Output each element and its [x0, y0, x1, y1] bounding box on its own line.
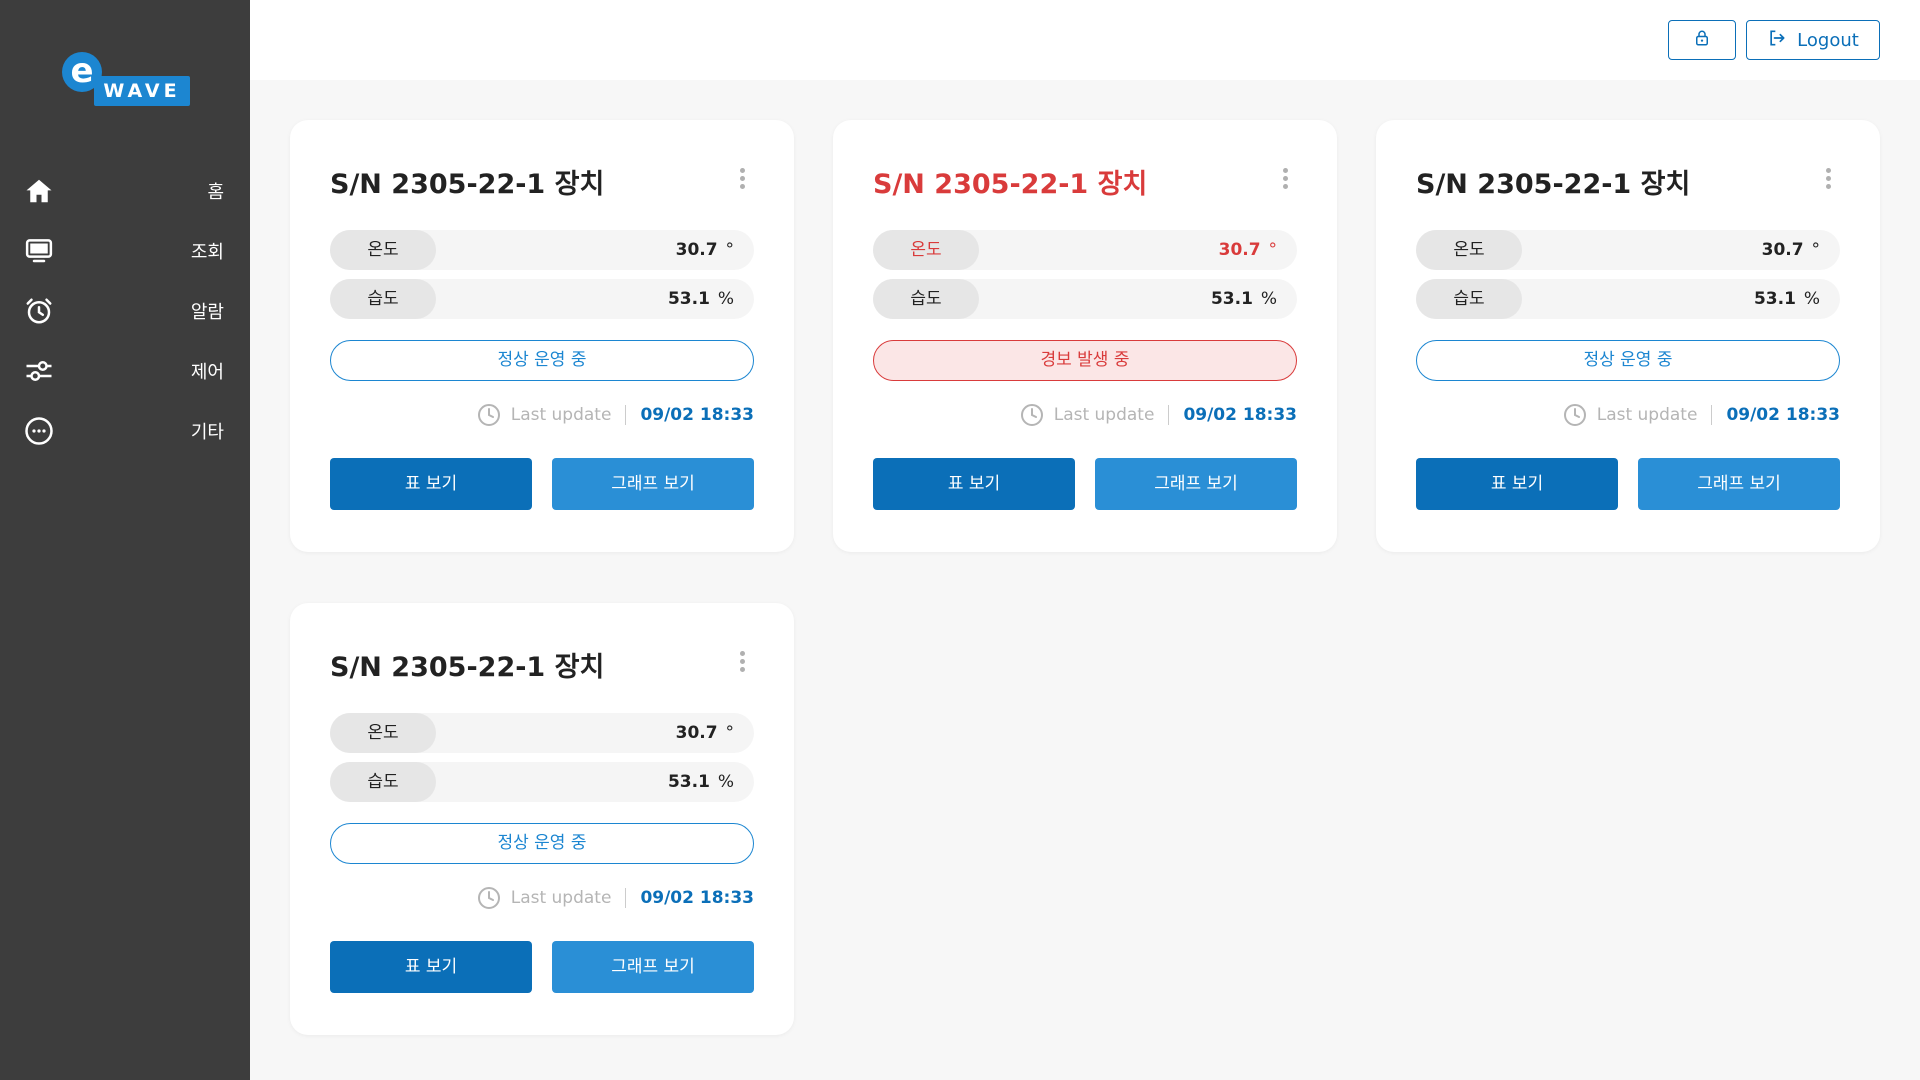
device-title: S/N 2305-22-1 장치 [330, 169, 605, 200]
humidity-label: 습도 [330, 762, 436, 802]
device-title: S/N 2305-22-1 장치 [1416, 169, 1691, 200]
view-table-button[interactable]: 표 보기 [1416, 458, 1618, 510]
last-update-label: Last update [1596, 405, 1698, 425]
kebab-menu-icon[interactable] [738, 651, 746, 675]
clock-icon [477, 404, 500, 426]
clock-icon [477, 887, 500, 909]
humidity-row: 습도 53.1 % [330, 762, 754, 802]
last-update: Last update 09/02 18:33 [1020, 400, 1297, 430]
last-update-label: Last update [510, 405, 612, 425]
humidity-row: 습도 53.1 % [873, 279, 1297, 319]
sidebar-nav: 홈 조회 알람 제어 기타 [0, 160, 250, 460]
humidity-value: 53.1 % [667, 772, 734, 792]
alarm-clock-icon [24, 296, 54, 326]
sidebar: WAVE e 홈 조회 알람 제어 기타 [0, 0, 250, 1080]
temperature-label: 온도 [1416, 230, 1522, 270]
home-icon [24, 176, 54, 206]
temperature-row: 온도 30.7 ° [873, 230, 1297, 270]
view-graph-button[interactable]: 그래프 보기 [1095, 458, 1297, 510]
device-card: S/N 2305-22-1 장치 온도 30.7 ° 습도 53.1 % 정상 … [290, 120, 794, 552]
humidity-label: 습도 [873, 279, 979, 319]
device-card: S/N 2305-22-1 장치 온도 30.7 ° 습도 53.1 % 정상 … [290, 603, 794, 1035]
last-update-time: 09/02 18:33 [1726, 405, 1840, 425]
temperature-row: 온도 30.7 ° [330, 230, 754, 270]
logo-letter: e [62, 52, 102, 92]
last-update-label: Last update [1053, 405, 1155, 425]
last-update-time: 09/02 18:33 [640, 405, 754, 425]
temperature-value: 30.7 ° [675, 723, 734, 743]
sidebar-item-control[interactable]: 제어 [0, 340, 250, 400]
sidebar-item-label: 제어 [190, 362, 224, 383]
view-graph-button[interactable]: 그래프 보기 [1638, 458, 1840, 510]
sidebar-item-search[interactable]: 조회 [0, 220, 250, 280]
status-badge: 정상 운영 중 [330, 823, 754, 864]
temperature-label: 온도 [330, 230, 436, 270]
temperature-label: 온도 [330, 713, 436, 753]
sidebar-item-label: 홈 [207, 182, 224, 203]
device-card: S/N 2305-22-1 장치 온도 30.7 ° 습도 53.1 % 정상 … [1376, 120, 1880, 552]
view-graph-button[interactable]: 그래프 보기 [552, 458, 754, 510]
humidity-value: 53.1 % [667, 289, 734, 309]
sidebar-item-label: 알람 [190, 302, 224, 323]
last-update-time: 09/02 18:33 [1183, 405, 1297, 425]
temperature-value: 30.7 ° [1761, 240, 1820, 260]
humidity-row: 습도 53.1 % [1416, 279, 1840, 319]
humidity-row: 습도 53.1 % [330, 279, 754, 319]
last-update-time: 09/02 18:33 [640, 888, 754, 908]
temperature-label: 온도 [873, 230, 979, 270]
last-update: Last update 09/02 18:33 [477, 400, 754, 430]
temperature-value: 30.7 ° [1218, 240, 1277, 260]
ewave-logo[interactable]: WAVE e [62, 52, 192, 108]
device-card: S/N 2305-22-1 장치 온도 30.7 ° 습도 53.1 % 경보 … [833, 120, 1337, 552]
last-update-label: Last update [510, 888, 612, 908]
monitor-icon [24, 236, 54, 266]
sidebar-item-alarm[interactable]: 알람 [0, 280, 250, 340]
logo-wordmark: WAVE [94, 76, 190, 106]
device-title: S/N 2305-22-1 장치 [873, 169, 1148, 200]
temperature-value: 30.7 ° [675, 240, 734, 260]
clock-icon [1563, 404, 1586, 426]
logout-icon [1767, 28, 1787, 53]
divider [625, 405, 627, 425]
clock-icon [1020, 404, 1043, 426]
status-badge: 경보 발생 중 [873, 340, 1297, 381]
last-update: Last update 09/02 18:33 [477, 883, 754, 913]
logout-label: Logout [1797, 29, 1859, 51]
sidebar-item-label: 기타 [190, 422, 224, 443]
kebab-menu-icon[interactable] [738, 168, 746, 192]
view-table-button[interactable]: 표 보기 [330, 941, 532, 993]
humidity-value: 53.1 % [1210, 289, 1277, 309]
sidebar-item-home[interactable]: 홈 [0, 160, 250, 220]
view-table-button[interactable]: 표 보기 [873, 458, 1075, 510]
status-badge: 정상 운영 중 [330, 340, 754, 381]
view-graph-button[interactable]: 그래프 보기 [552, 941, 754, 993]
sidebar-item-label: 조회 [190, 242, 224, 263]
humidity-value: 53.1 % [1753, 289, 1820, 309]
sliders-icon [24, 356, 54, 386]
temperature-row: 온도 30.7 ° [1416, 230, 1840, 270]
lock-button[interactable] [1668, 20, 1736, 60]
more-circle-icon [24, 416, 54, 446]
temperature-row: 온도 30.7 ° [330, 713, 754, 753]
device-title: S/N 2305-22-1 장치 [330, 652, 605, 683]
kebab-menu-icon[interactable] [1281, 168, 1289, 192]
lock-icon [1693, 29, 1711, 51]
divider [625, 888, 627, 908]
logout-button[interactable]: Logout [1746, 20, 1880, 60]
last-update: Last update 09/02 18:33 [1563, 400, 1840, 430]
kebab-menu-icon[interactable] [1824, 168, 1832, 192]
sidebar-item-etc[interactable]: 기타 [0, 400, 250, 460]
status-badge: 정상 운영 중 [1416, 340, 1840, 381]
divider [1711, 405, 1713, 425]
humidity-label: 습도 [330, 279, 436, 319]
divider [1168, 405, 1170, 425]
view-table-button[interactable]: 표 보기 [330, 458, 532, 510]
humidity-label: 습도 [1416, 279, 1522, 319]
